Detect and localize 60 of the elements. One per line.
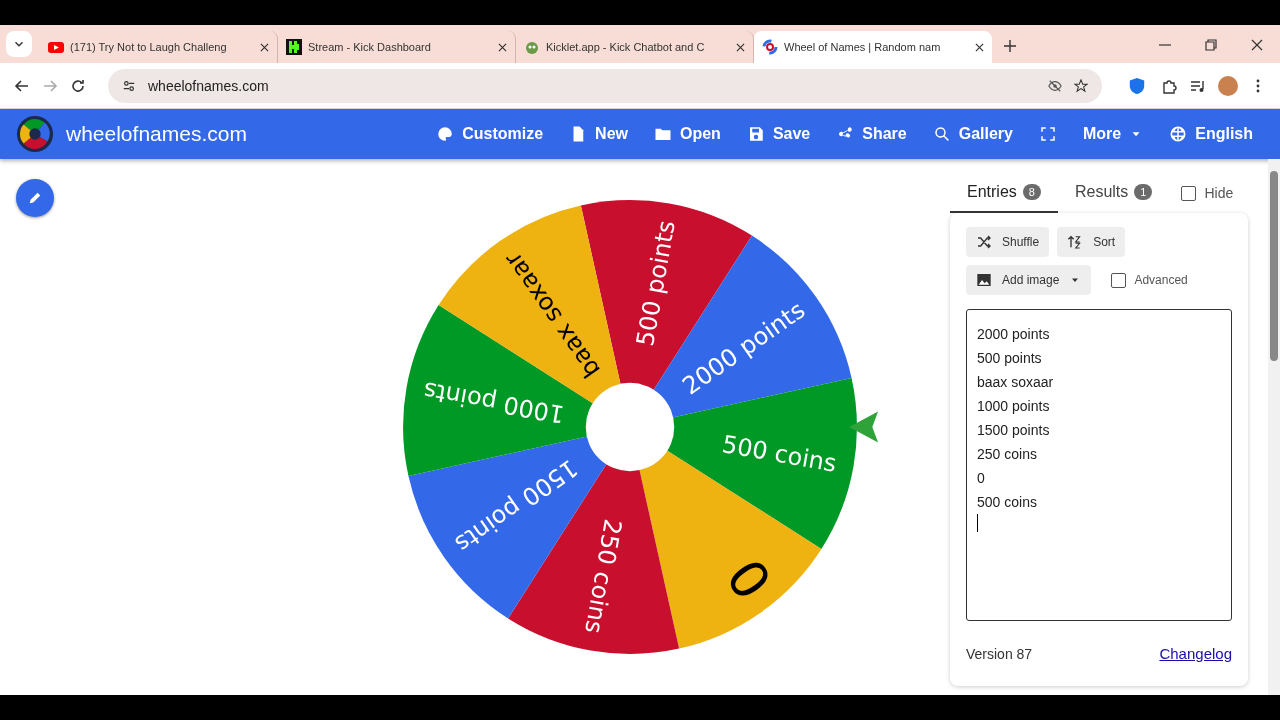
browser-tab[interactable]: Stream - Kick Dashboard [278,31,516,63]
wheel-icon [762,39,778,55]
letter-k-icon [286,39,302,55]
nav-button[interactable]: Gallery [921,119,1024,149]
add-image-button[interactable]: Add image [966,265,1092,295]
hide-checkbox[interactable]: Hide [1181,185,1234,201]
scrollbar-thumb[interactable] [1270,171,1278,361]
nav-button[interactable]: Customize [425,119,555,149]
tab-search-button[interactable] [6,31,32,57]
star-icon[interactable] [1074,78,1088,93]
shield-icon[interactable] [1128,76,1146,95]
close-icon[interactable] [975,42,984,52]
segment-label: 250 coins [579,516,627,636]
image-icon [976,272,992,288]
reload-icon[interactable] [70,77,86,94]
browser-tab[interactable]: Wheel of Names | Random nam [754,31,992,63]
palette-icon [436,125,455,143]
nav-button[interactable]: Open [643,119,732,149]
fullscreen-icon [1039,125,1057,143]
address-bar[interactable]: wheelofnames.com [108,68,1102,103]
panel-tab[interactable]: Entries 8 [950,173,1058,213]
close-icon[interactable] [736,42,745,52]
segment-label: 500 coins [719,430,839,478]
site-settings-icon[interactable] [122,78,136,93]
segment-label: 0 [714,549,783,611]
brand-name[interactable]: wheelofnames.com [66,122,247,146]
segment-label: 500 points [631,218,681,349]
puzzle-icon[interactable] [1162,77,1178,94]
close-icon[interactable] [498,42,507,52]
nav-button[interactable]: Save [735,119,822,149]
new-tab-icon[interactable] [1004,40,1016,52]
version-text: Version 87 [966,645,1033,662]
changelog-link[interactable]: Changelog [1159,645,1232,662]
logo-icon[interactable] [16,115,54,153]
nav-button[interactable]: English [1158,119,1264,149]
sort-icon [1067,234,1084,250]
entries-field[interactable]: 2000 points 500 points baax soxaar 1000 points 1500 points 250 coins 0 500 coins [966,309,1232,621]
tool-button[interactable]: Sort [1057,227,1126,257]
close-icon[interactable] [260,42,269,52]
segment-label: 1000 points [421,376,567,429]
shuffle-icon [976,234,992,250]
panel-tab[interactable]: Results 1 [1057,173,1170,213]
eye-slash-icon[interactable] [1048,78,1062,93]
tool-button[interactable]: Shuffle [966,227,1050,257]
robot-icon [524,39,540,55]
browser-tab[interactable]: (171) Try Not to Laugh Challeng [40,31,278,63]
avatar[interactable] [1218,75,1238,96]
pointer-icon [849,411,879,443]
pencil-icon [28,191,42,205]
play-icon [48,39,64,55]
back-icon[interactable] [14,77,30,94]
nav-button[interactable]: New [558,119,639,149]
close-icon[interactable] [1251,39,1263,51]
search-icon [932,125,951,143]
nav-button[interactable]: More [1072,119,1155,149]
advanced-checkbox[interactable]: Advanced [1111,272,1188,288]
restore-icon[interactable] [1205,39,1217,51]
globe-icon [1169,125,1188,143]
edit-button[interactable] [16,179,54,217]
nav-button[interactable]: Share [825,119,918,149]
